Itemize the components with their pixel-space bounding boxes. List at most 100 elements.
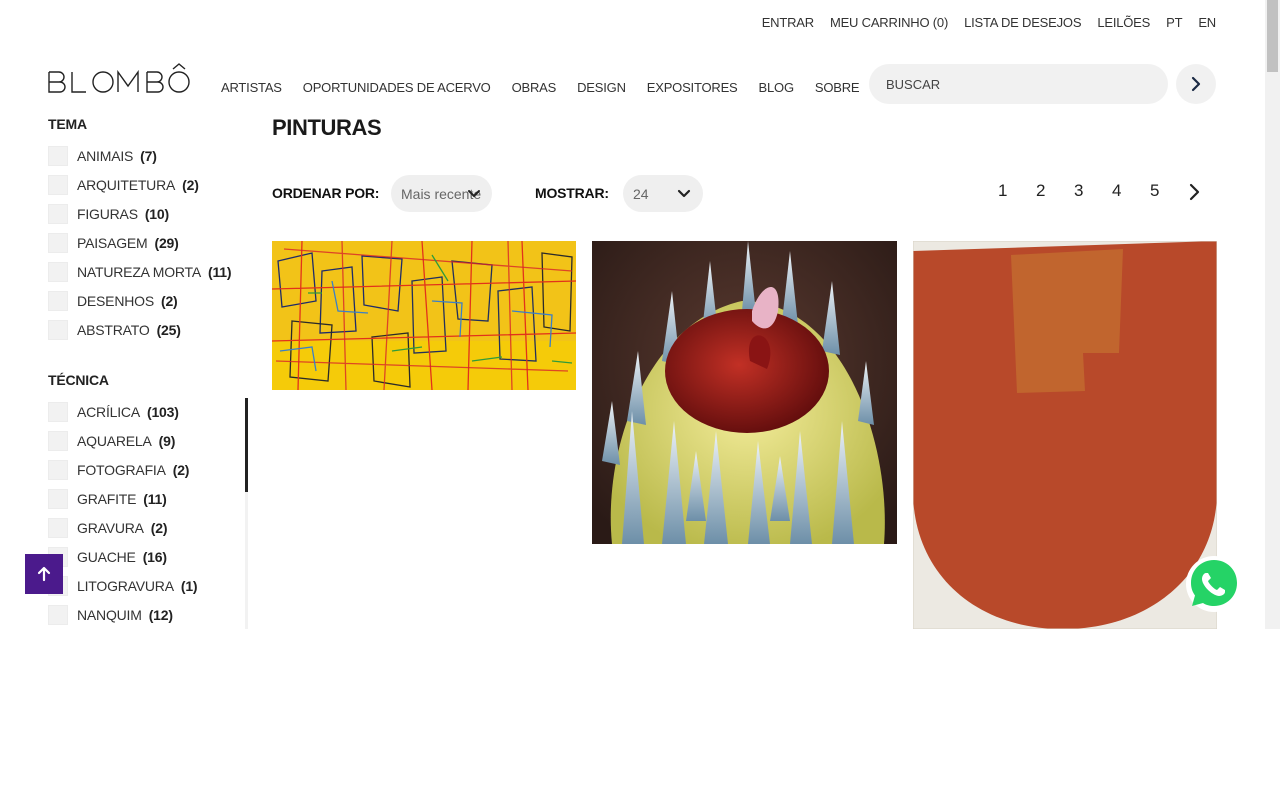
checkbox[interactable] <box>48 204 68 224</box>
filter-count: (29) <box>154 235 179 251</box>
filter-label: ARQUITETURA <box>77 177 176 193</box>
filter-label: PAISAGEM <box>77 235 148 251</box>
page-link-2[interactable]: 2 <box>1032 181 1070 201</box>
nav-oportunidades[interactable]: OPORTUNIDADES DE ACERVO <box>303 80 491 95</box>
whatsapp-icon <box>1186 556 1242 612</box>
back-to-top-button[interactable] <box>25 554 63 594</box>
filter-label: NATUREZA MORTA <box>77 264 201 280</box>
page-link-3[interactable]: 3 <box>1070 181 1108 201</box>
blombo-logo[interactable] <box>48 62 190 94</box>
filter-option[interactable]: ACRÍLICA (103) <box>48 402 179 422</box>
filter-label: GRAFITE <box>77 491 137 507</box>
checkbox[interactable] <box>48 262 68 282</box>
sidebar-scrollbar-thumb[interactable] <box>245 398 248 492</box>
search-submit-button[interactable] <box>1176 64 1216 104</box>
filter-count: (103) <box>146 404 179 420</box>
checkbox[interactable] <box>48 233 68 253</box>
checkbox[interactable] <box>48 518 68 538</box>
filter-option[interactable]: FIGURAS (10) <box>48 204 169 224</box>
nav-expositores[interactable]: EXPOSITORES <box>647 80 738 95</box>
lang-en-link[interactable]: EN <box>1198 15 1216 30</box>
filter-label: ABSTRATO <box>77 322 150 338</box>
checkbox[interactable] <box>48 460 68 480</box>
pagination: 1 2 3 4 5 <box>994 181 1200 201</box>
filter-option[interactable]: NATUREZA MORTA (11) <box>48 262 232 282</box>
checkbox[interactable] <box>48 146 68 166</box>
artwork-red-shield[interactable] <box>913 241 1217 629</box>
page-link-4[interactable]: 4 <box>1108 181 1146 201</box>
filter-option[interactable]: LITOGRAVURA (1) <box>48 576 198 596</box>
checkbox[interactable] <box>48 291 68 311</box>
filter-sidebar: TEMA ANIMAIS (7) ARQUITETURA (2) FIGURAS (1… <box>48 113 248 629</box>
wishlist-link[interactable]: LISTA DE DESEJOS <box>964 15 1081 30</box>
filter-option[interactable]: PAISAGEM (29) <box>48 233 179 253</box>
page-link-1[interactable]: 1 <box>994 181 1032 201</box>
sort-select[interactable]: Mais recente <box>391 175 492 212</box>
filter-count: (1) <box>180 578 198 594</box>
filter-count: (16) <box>142 549 167 565</box>
chevron-down-icon <box>677 189 691 198</box>
auctions-link[interactable]: LEILÕES <box>1097 15 1150 30</box>
filter-option[interactable]: NANQUIM (12) <box>48 605 173 625</box>
filter-label: DESENHOS <box>77 293 154 309</box>
nav-obras[interactable]: OBRAS <box>512 80 557 95</box>
filter-option[interactable]: AQUARELA (9) <box>48 431 175 451</box>
whatsapp-chat-button[interactable] <box>1184 554 1244 614</box>
filter-count: (11) <box>208 264 232 280</box>
utility-nav: ENTRAR MEU CARRINHO (0) LISTA DE DESEJOS… <box>762 15 1216 30</box>
filter-label: LITOGRAVURA <box>77 578 174 594</box>
filter-option[interactable]: ARQUITETURA (2) <box>48 175 199 195</box>
nav-blog[interactable]: BLOG <box>759 80 795 95</box>
artwork-yellow-abstract[interactable] <box>272 241 576 390</box>
filter-label: ANIMAIS <box>77 148 134 164</box>
artwork-surreal-red-form[interactable] <box>592 241 897 544</box>
checkbox[interactable] <box>48 320 68 340</box>
sort-label: ORDENAR POR: <box>272 185 380 201</box>
filter-option[interactable]: ANIMAIS (7) <box>48 146 157 166</box>
filter-title-tema: TEMA <box>48 116 87 132</box>
chevron-right-icon[interactable] <box>1186 183 1202 201</box>
blank-area <box>0 629 1280 800</box>
show-select-value: 24 <box>633 185 649 202</box>
checkbox[interactable] <box>48 402 68 422</box>
login-link[interactable]: ENTRAR <box>762 15 814 30</box>
filter-title-tecnica: TÉCNICA <box>48 372 109 388</box>
nav-artistas[interactable]: ARTISTAS <box>221 80 282 95</box>
artwork-image <box>272 241 576 390</box>
artwork-image <box>913 241 1217 629</box>
filter-label: GRAVURA <box>77 520 144 536</box>
checkbox[interactable] <box>48 489 68 509</box>
search-input[interactable] <box>869 64 1168 104</box>
checkbox[interactable] <box>48 175 68 195</box>
artwork-image <box>592 241 897 544</box>
nav-design[interactable]: DESIGN <box>577 80 626 95</box>
filter-count: (25) <box>156 322 181 338</box>
filter-option[interactable]: FOTOGRAFIA (2) <box>48 460 189 480</box>
filter-count: (11) <box>143 491 167 507</box>
page-scrollbar-thumb[interactable] <box>1267 0 1278 72</box>
filter-count: (2) <box>182 177 199 193</box>
filter-count: (2) <box>172 462 190 478</box>
page-link-5[interactable]: 5 <box>1146 181 1184 201</box>
filter-label: FOTOGRAFIA <box>77 462 166 478</box>
filter-label: ACRÍLICA <box>77 404 140 420</box>
checkbox[interactable] <box>48 431 68 451</box>
page-title: PINTURAS <box>272 115 382 140</box>
cart-link[interactable]: MEU CARRINHO (0) <box>830 15 948 30</box>
filter-label: NANQUIM <box>77 607 142 623</box>
filter-option[interactable]: GUACHE (16) <box>48 547 167 567</box>
page-viewport: ENTRAR MEU CARRINHO (0) LISTA DE DESEJOS… <box>0 0 1280 629</box>
page-scrollbar[interactable] <box>1265 0 1280 629</box>
filter-count: (9) <box>158 433 176 449</box>
filter-option[interactable]: GRAVURA (2) <box>48 518 168 538</box>
chevron-right-icon <box>1191 76 1201 92</box>
filter-option[interactable]: DESENHOS (2) <box>48 291 178 311</box>
filter-label: AQUARELA <box>77 433 152 449</box>
checkbox[interactable] <box>48 605 68 625</box>
nav-sobre[interactable]: SOBRE <box>815 80 860 95</box>
filter-option[interactable]: GRAFITE (11) <box>48 489 167 509</box>
show-select[interactable]: 24 <box>623 175 703 212</box>
filter-option[interactable]: ABSTRATO (25) <box>48 320 181 340</box>
lang-pt-link[interactable]: PT <box>1166 15 1182 30</box>
chevron-down-icon <box>468 190 480 197</box>
